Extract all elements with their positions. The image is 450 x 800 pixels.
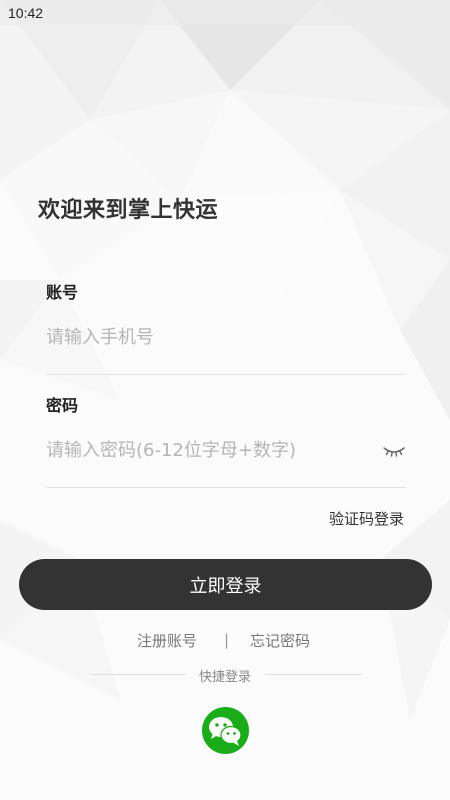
account-label: 账号	[46, 283, 79, 302]
quick-login-divider-right	[266, 674, 362, 675]
phone-input[interactable]	[46, 322, 376, 352]
register-link[interactable]: 注册账号	[137, 630, 197, 651]
password-input[interactable]	[46, 435, 376, 465]
status-time: 10:42	[8, 5, 44, 21]
password-divider	[46, 487, 406, 488]
status-bar: 10:42	[0, 0, 450, 26]
forgot-password-link[interactable]: 忘记密码	[250, 630, 310, 651]
password-label: 密码	[46, 396, 79, 415]
eye-closed-icon[interactable]	[382, 442, 406, 458]
welcome-title: 欢迎来到掌上快运	[38, 198, 219, 223]
wechat-login-button[interactable]	[202, 707, 249, 754]
code-login-link[interactable]: 验证码登录	[329, 508, 404, 529]
login-button[interactable]: 立即登录	[19, 559, 432, 610]
quick-login-label: 快捷登录	[198, 670, 251, 685]
wechat-icon	[209, 717, 242, 746]
link-separator: |	[224, 631, 230, 649]
account-divider	[46, 374, 406, 375]
